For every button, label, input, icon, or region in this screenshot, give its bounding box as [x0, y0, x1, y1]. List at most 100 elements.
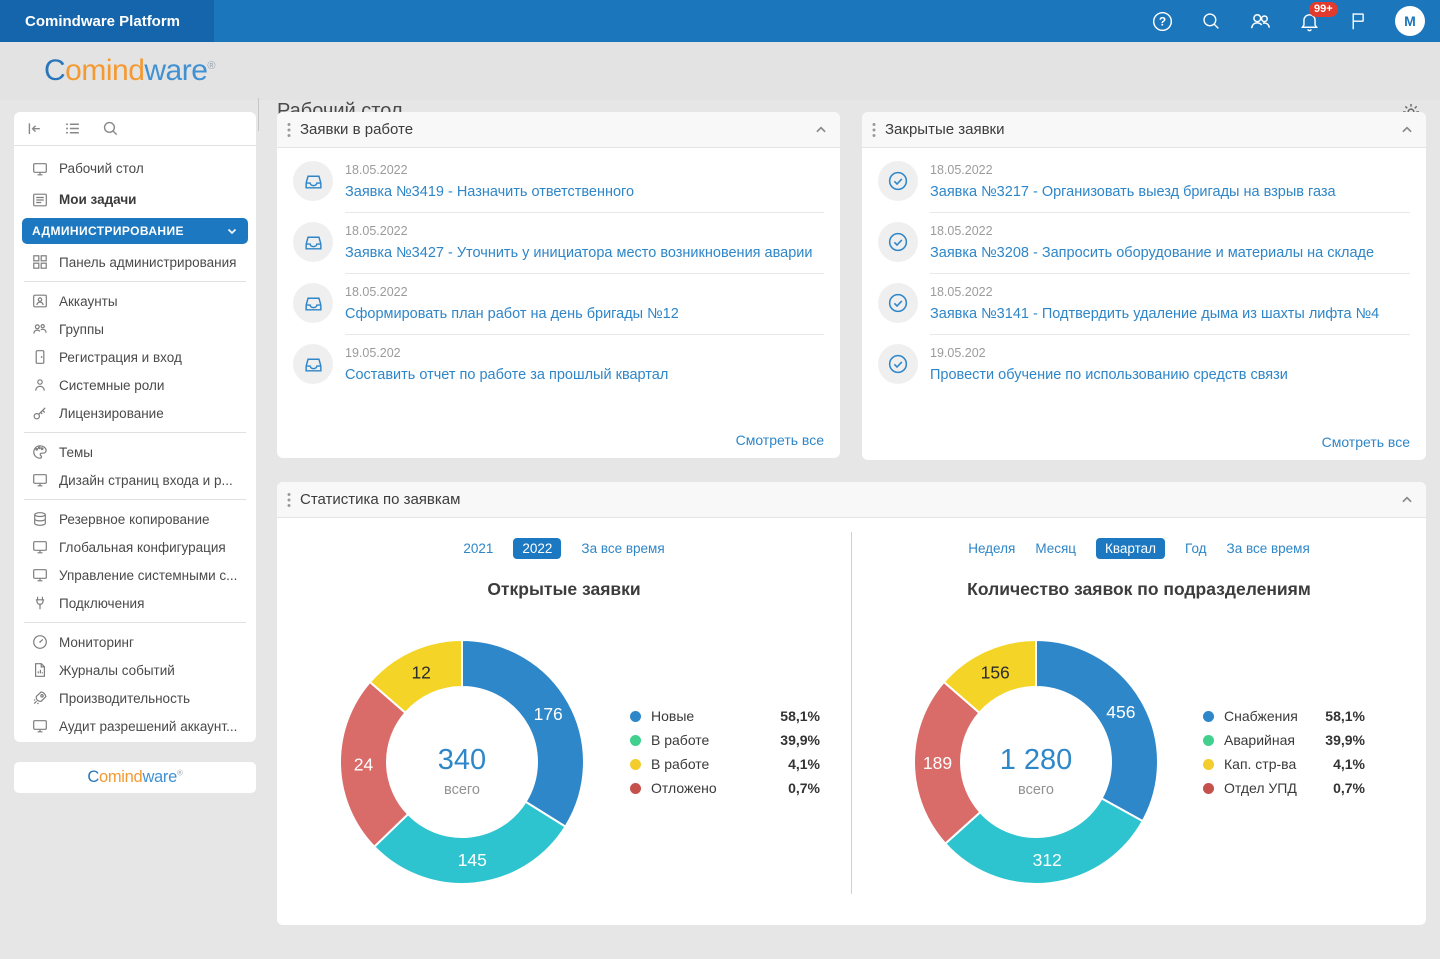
filter-option[interactable]: Месяц — [1035, 541, 1076, 556]
monitor-icon — [32, 567, 48, 583]
legend-dot — [630, 711, 641, 722]
sidebar-item[interactable]: Группы — [14, 315, 256, 343]
filter-option[interactable]: Неделя — [968, 541, 1015, 556]
people-button[interactable] — [1248, 9, 1272, 33]
legend-percent: 0,7% — [1333, 780, 1365, 796]
legend-dot — [630, 735, 641, 746]
legend-item: Аварийная 39,9% — [1203, 728, 1365, 752]
sidebar-item[interactable]: Мониторинг — [14, 628, 256, 656]
sidebar-section-administration[interactable]: АДМИНИСТРИРОВАНИЕ — [22, 218, 248, 244]
sidebar-item[interactable]: Регистрация и вход — [14, 343, 256, 371]
request-link[interactable]: Заявка №3208 - Запросить оборудование и … — [930, 245, 1374, 261]
filter-option[interactable]: Квартал — [1096, 538, 1165, 559]
legend-label: Отложено — [651, 780, 717, 796]
monitor-icon — [32, 472, 48, 488]
sidebar-item[interactable]: Глобальная конфигурация — [14, 533, 256, 561]
legend-dot — [1203, 735, 1214, 746]
drag-handle-icon[interactable] — [287, 492, 291, 508]
legend-item: Отложено 0,7% — [630, 776, 820, 800]
legend-label: Отдел УПД — [1224, 780, 1297, 796]
sidebar-item[interactable]: Панель администрирования — [14, 248, 256, 276]
product-name[interactable]: Comindware Platform — [0, 0, 214, 42]
request-link[interactable]: Заявка №3419 - Назначить ответственного — [345, 184, 634, 200]
notifications-badge: 99+ — [1309, 2, 1338, 17]
search-icon[interactable] — [102, 120, 119, 137]
request-link[interactable]: Сформировать план работ на день бригады … — [345, 306, 679, 322]
filter-option[interactable]: Год — [1185, 541, 1207, 556]
legend-dot — [630, 759, 641, 770]
inbox-icon — [303, 354, 324, 375]
sidebar-item[interactable]: Производительность — [14, 684, 256, 712]
donut-segment — [1036, 640, 1158, 821]
search-button[interactable] — [1199, 9, 1223, 33]
divider — [24, 281, 246, 282]
inbox-icon — [303, 232, 324, 253]
segment-value-label: 145 — [458, 850, 487, 870]
help-button[interactable]: ? — [1150, 9, 1174, 33]
sidebar-item[interactable]: Журналы событий — [14, 656, 256, 684]
comindware-logo[interactable]: Comindware® — [44, 54, 215, 88]
sidebar-item[interactable]: Рабочий стол — [14, 153, 256, 184]
sidebar-item[interactable]: Мои задачи — [14, 184, 256, 215]
list-view-icon[interactable] — [64, 120, 81, 137]
segment-value-label: 156 — [981, 662, 1010, 682]
see-all-link[interactable]: Смотреть все — [1322, 434, 1410, 450]
sidebar-item[interactable]: Аудит разрешений аккаунт... — [14, 712, 256, 740]
sidebar-item[interactable]: Системные роли — [14, 371, 256, 399]
legend-percent: 58,1% — [1325, 708, 1365, 724]
sidebar-item[interactable]: Аккаунты — [14, 287, 256, 315]
request-link[interactable]: Составить отчет по работе за прошлый ква… — [345, 367, 668, 383]
chart-legend: Новые 58,1% В работе 39,9% В работе 4,1% — [630, 704, 820, 800]
sidebar-item[interactable]: Дизайн страниц входа и р... — [14, 466, 256, 494]
request-list-item: 18.05.2022 Заявка №3419 - Назначить отве… — [293, 151, 826, 212]
sidebar-nav: Рабочий стол Мои задачи АДМИНИСТРИРОВАНИ… — [14, 146, 256, 740]
notifications-button[interactable]: 99+ — [1297, 9, 1321, 33]
request-list-item: 19.05.202 Провести обучение по использов… — [878, 334, 1412, 395]
filter-option[interactable]: За все время — [581, 541, 664, 556]
segment-value-label: 456 — [1106, 702, 1135, 722]
legend-percent: 4,1% — [788, 756, 820, 772]
legend-label: В работе — [651, 732, 709, 748]
drag-handle-icon[interactable] — [287, 122, 291, 138]
legend-label: Кап. стр-ва — [1224, 756, 1296, 772]
sidebar-item[interactable]: Резервное копирование — [14, 505, 256, 533]
filter-option[interactable]: 2022 — [513, 538, 561, 559]
legend-percent: 58,1% — [780, 708, 820, 724]
filter-option[interactable]: 2021 — [463, 541, 493, 556]
sidebar-item[interactable]: Управление системными с... — [14, 561, 256, 589]
drag-handle-icon[interactable] — [872, 122, 876, 138]
legend-item: Новые 58,1% — [630, 704, 820, 728]
sidebar-item[interactable]: Лицензирование — [14, 399, 256, 427]
sidebar-item[interactable]: Темы — [14, 438, 256, 466]
collapse-card-button[interactable] — [1400, 123, 1414, 137]
flag-button[interactable] — [1346, 9, 1370, 33]
divider — [258, 98, 259, 131]
collapse-sidebar-icon[interactable] — [26, 120, 43, 137]
request-link[interactable]: Провести обучение по использованию средс… — [930, 367, 1288, 383]
sidebar-toolbar — [14, 112, 256, 146]
collapse-card-button[interactable] — [1400, 493, 1414, 507]
user-avatar[interactable]: M — [1395, 6, 1425, 36]
collapse-card-button[interactable] — [814, 123, 828, 137]
request-link[interactable]: Заявка №3141 - Подтвердить удаление дыма… — [930, 306, 1379, 322]
plug-icon — [32, 595, 48, 611]
filter-option[interactable]: За все время — [1227, 541, 1310, 556]
request-link[interactable]: Заявка №3217 - Организовать выезд бригад… — [930, 184, 1336, 200]
request-list-item: 18.05.2022 Заявка №3427 - Уточнить у ини… — [293, 212, 826, 273]
chart-title: Количество заявок по подразделениям — [852, 579, 1426, 600]
sidebar-item[interactable]: Подключения — [14, 589, 256, 617]
see-all-link[interactable]: Смотреть все — [736, 432, 824, 448]
legend-item: Снабжения 58,1% — [1203, 704, 1365, 728]
request-date: 18.05.2022 — [930, 285, 1379, 299]
page-header: Comindware® Рабочий стол — [0, 42, 1440, 100]
chart-legend: Снабжения 58,1% Аварийная 39,9% Кап. стр… — [1203, 704, 1365, 800]
period-filters: Неделя Месяц Квартал Год За все время — [852, 538, 1426, 559]
request-link[interactable]: Заявка №3427 - Уточнить у инициатора мес… — [345, 245, 812, 261]
card-header: Заявки в работе — [277, 112, 840, 148]
donut-total: 1 280 — [1000, 744, 1073, 776]
request-date: 18.05.2022 — [930, 224, 1374, 238]
legend-label: Новые — [651, 708, 694, 724]
person-icon — [32, 377, 48, 393]
sidebar-footer-logo[interactable]: Comindware® — [14, 762, 256, 793]
request-list-item: 18.05.2022 Сформировать план работ на де… — [293, 273, 826, 334]
